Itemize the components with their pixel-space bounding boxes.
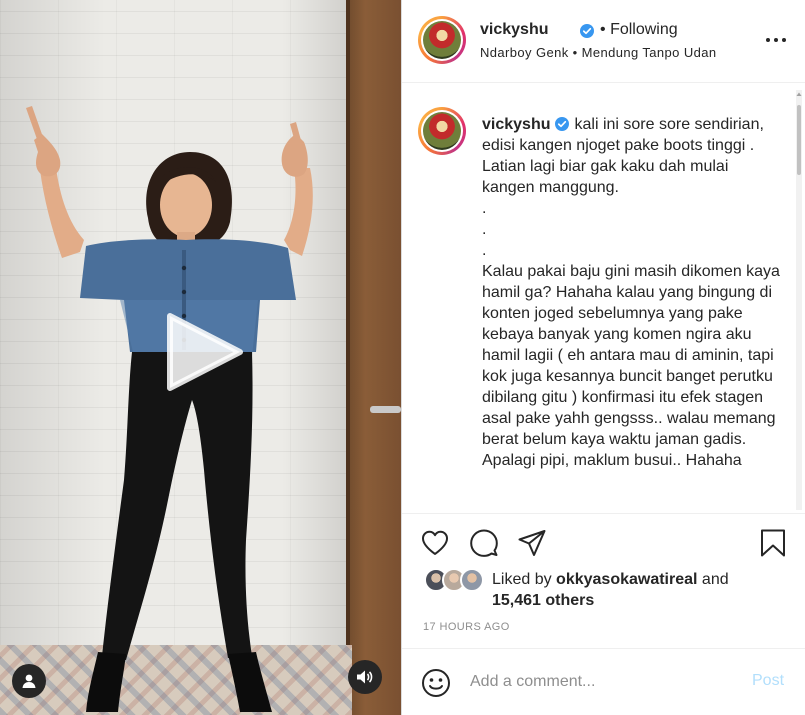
post-location[interactable]: Ndarboy Genk • Mendung Tanpo Udan [480, 45, 717, 60]
scroll-up-arrow-icon[interactable] [796, 90, 802, 98]
post-timestamp[interactable]: 17 HOURS AGO [423, 621, 510, 633]
bookmark-icon[interactable] [758, 528, 788, 558]
follow-status-button[interactable]: • Following [600, 21, 678, 39]
liked-by-username[interactable]: okkyasokawatireal [556, 571, 697, 588]
follow-status-label: Following [610, 21, 678, 38]
heart-icon[interactable] [420, 528, 450, 558]
likes-joiner: and [701, 571, 729, 588]
post-details-panel: vickyshu • Following Ndarboy Genk • Mend… [401, 0, 805, 715]
verified-icon [580, 24, 594, 38]
sound-toggle-button[interactable] [348, 660, 382, 694]
author-avatar[interactable] [418, 16, 466, 64]
scrollbar-thumb[interactable] [797, 105, 801, 175]
caption-text: vickyshu kali ini sore sore sendirian, ed… [482, 114, 782, 471]
action-bar [402, 513, 805, 563]
likes-summary: Liked by okkyasokawatireal and 15,461 ot… [492, 569, 792, 611]
sound-icon [357, 670, 373, 684]
user-icon [22, 674, 36, 688]
comment-bar: Post [402, 648, 805, 715]
caption-body: kali ini sore sore sendirian, edisi kang… [482, 116, 780, 469]
share-icon[interactable] [517, 528, 547, 558]
author-username[interactable]: vickyshu [480, 21, 548, 39]
play-icon[interactable] [164, 312, 244, 392]
liker-avatar[interactable] [460, 568, 484, 592]
caption-username[interactable]: vickyshu [482, 116, 550, 133]
follow-separator: • [600, 21, 606, 38]
caption-author-avatar[interactable] [418, 107, 466, 155]
more-options-icon[interactable] [764, 30, 788, 50]
caption-verified-icon [555, 117, 569, 131]
video-door-handle [370, 406, 401, 413]
user-tags-button[interactable] [12, 664, 46, 698]
post-video[interactable] [0, 0, 401, 715]
caption-section: vickyshu kali ini sore sore sendirian, ed… [402, 83, 805, 513]
video-door [346, 0, 401, 715]
likes-count[interactable]: 15,461 others [492, 592, 594, 609]
comment-icon[interactable] [469, 528, 499, 558]
post-header: vickyshu • Following Ndarboy Genk • Mend… [402, 0, 805, 83]
liker-avatars[interactable] [424, 568, 488, 594]
likes-prefix: Liked by [492, 571, 552, 588]
emoji-icon[interactable] [421, 668, 451, 698]
comment-input[interactable] [470, 669, 740, 695]
post-comment-button[interactable]: Post [752, 672, 784, 690]
